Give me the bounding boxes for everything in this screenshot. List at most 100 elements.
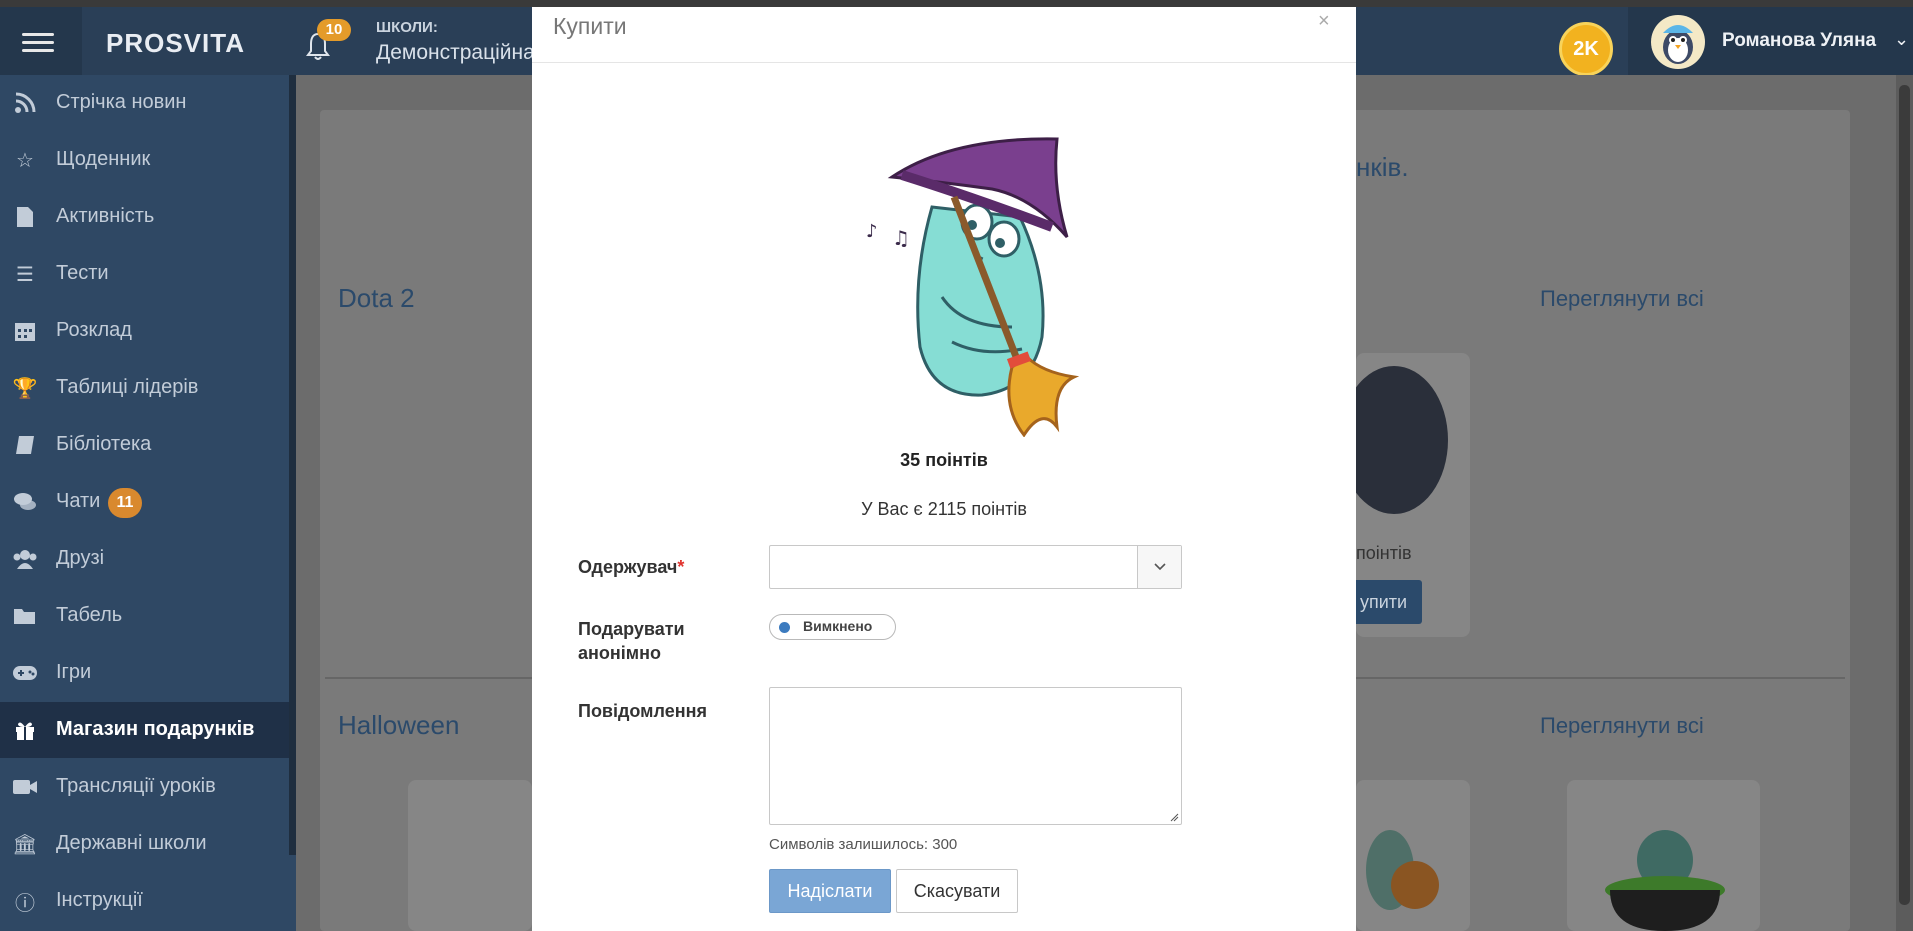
sidebar-item-leaderboards[interactable]: 🏆 Таблиці лідерів (0, 360, 289, 416)
bank-icon: 🏛 (12, 833, 38, 856)
avatar (1651, 15, 1705, 69)
video-icon (12, 774, 38, 800)
menu-toggle-button[interactable] (0, 7, 82, 75)
sidebar-item-label: Бібліотека (56, 433, 152, 455)
required-mark: * (677, 557, 685, 577)
penguin-avatar-icon (1663, 25, 1693, 64)
chat-icon (12, 489, 38, 515)
cauldron-image (1600, 810, 1730, 931)
folder-icon (12, 603, 38, 629)
gamepad-icon (12, 660, 38, 686)
sidebar-item-label: Магазин подарунків (56, 718, 255, 740)
sidebar-item-label: Інструкції (56, 889, 143, 911)
witch-ghost-sticker: ♪ ♫ (866, 137, 1080, 437)
sidebar-item-public-schools[interactable]: 🏛 Державні школи (0, 816, 289, 872)
svg-text:♫: ♫ (892, 226, 910, 250)
close-icon[interactable]: × (1318, 10, 1330, 33)
toggle-state-text: Вимкнено (803, 618, 873, 634)
sidebar-item-label: Табель (56, 604, 123, 626)
message-label: Повідомлення (578, 701, 707, 721)
notifications-badge: 10 (317, 19, 351, 41)
sidebar-item-news[interactable]: Стрічка новин (0, 75, 289, 131)
sidebar-item-label: Чати (56, 490, 101, 512)
sidebar-item-label: Друзі (56, 547, 105, 569)
anonymous-label-line2: анонімно (578, 643, 661, 663)
message-textarea[interactable] (769, 687, 1182, 825)
recipient-label-text: Одержувач (578, 557, 678, 577)
gift-image (1340, 366, 1448, 514)
chevron-down-icon: ⌄ (1894, 29, 1910, 49)
user-name: Романова Уляна (1722, 30, 1877, 51)
file-icon (12, 204, 38, 230)
sidebar-item-label: Щоденник (56, 148, 151, 170)
modal-title: Купити (553, 13, 627, 39)
menu-icon-bar (22, 41, 54, 44)
pumpkin-ghost-image (1360, 820, 1450, 920)
anonymous-label: Подарувати анонімно (578, 617, 685, 665)
intro-text-fragment: нків. (1356, 152, 1409, 182)
sidebar-item-chats[interactable]: Чати 11 (0, 474, 289, 530)
chars-left-counter: Символів залишилось: 300 (769, 836, 958, 853)
sidebar-scrollbar[interactable] (289, 75, 296, 855)
resize-handle-icon[interactable] (1169, 812, 1179, 822)
trophy-icon: 🏆 (12, 377, 38, 400)
recipient-select[interactable] (769, 545, 1182, 589)
sidebar-item-games[interactable]: Ігри (0, 645, 289, 701)
app-logo[interactable]: PROSVITA (106, 28, 245, 59)
sidebar: Стрічка новин ☆ Щоденник Активність ☰ Те… (0, 75, 296, 931)
sidebar-item-label: Таблиці лідерів (56, 376, 199, 398)
menu-icon (22, 33, 54, 36)
sidebar-item-friends[interactable]: Друзі (0, 531, 289, 587)
sidebar-item-gift-shop[interactable]: Магазин подарунків (0, 702, 289, 758)
coins-badge[interactable]: 2K (1559, 22, 1613, 76)
users-icon (12, 546, 38, 572)
info-icon: ⓘ (15, 892, 35, 915)
browser-top-bar (0, 0, 1913, 7)
gift-icon (12, 717, 38, 743)
school-label: ШКОЛИ: (376, 19, 438, 36)
sidebar-item-instructions[interactable]: ⓘ Інструкції (0, 873, 289, 929)
star-icon: ☆ (16, 149, 34, 172)
sidebar-item-diary[interactable]: ☆ Щоденник (0, 132, 289, 188)
anonymous-label-line1: Подарувати (578, 619, 685, 639)
sidebar-item-label: Трансляції уроків (56, 775, 216, 797)
section-title-dota: Dota 2 (338, 283, 415, 313)
section-title-halloween: Halloween (338, 710, 460, 740)
anonymous-toggle[interactable]: Вимкнено (769, 614, 896, 640)
user-menu[interactable]: Романова Уляна ⌄ (1628, 7, 1913, 75)
gift-card (408, 780, 532, 931)
sidebar-item-label: Активність (56, 205, 155, 227)
sidebar-item-label: Державні школи (56, 832, 207, 854)
view-all-link-halloween[interactable]: Переглянути всі (1540, 713, 1704, 739)
sidebar-item-label: Розклад (56, 319, 132, 341)
recipient-label: Одержувач* (578, 555, 684, 579)
toggle-knob (779, 622, 790, 633)
user-balance: У Вас є 2115 поінтів (861, 499, 1027, 519)
calendar-icon (12, 318, 38, 344)
send-button[interactable]: Надіслати (769, 869, 891, 913)
chats-badge: 11 (108, 488, 142, 518)
page-scrollbar-thumb[interactable] (1899, 85, 1910, 905)
sidebar-item-activity[interactable]: Активність (0, 189, 289, 245)
school-selector[interactable]: Демонстраційна (376, 41, 535, 65)
sidebar-item-gradebook[interactable]: Табель (0, 588, 289, 644)
sidebar-item-lesson-streams[interactable]: Трансляції уроків (0, 759, 289, 815)
view-all-link-dota[interactable]: Переглянути всі (1540, 286, 1704, 312)
chevron-down-icon[interactable] (1137, 546, 1181, 588)
sidebar-item-label: Стрічка новин (56, 91, 187, 113)
gift-price: 35 поінтів (900, 450, 988, 470)
modal-header: Купити × (532, 7, 1356, 63)
buy-gift-modal: Купити × ♪ ♫ 35 поінтів У Вас є 2115 поі… (532, 7, 1356, 931)
list-icon: ☰ (16, 263, 34, 286)
sidebar-item-tests[interactable]: ☰ Тести (0, 246, 289, 302)
book-icon (12, 432, 38, 458)
menu-icon-bar (22, 49, 54, 52)
sidebar-item-schedule[interactable]: Розклад (0, 303, 289, 359)
sidebar-item-label: Тести (56, 262, 109, 284)
gift-card-buy-button[interactable]: упити (1356, 580, 1422, 624)
page-scrollbar[interactable] (1896, 75, 1913, 931)
sidebar-item-label: Ігри (56, 661, 92, 683)
gift-card-points: поінтів (1356, 543, 1412, 563)
cancel-button[interactable]: Скасувати (896, 869, 1018, 913)
sidebar-item-library[interactable]: Бібліотека (0, 417, 289, 473)
